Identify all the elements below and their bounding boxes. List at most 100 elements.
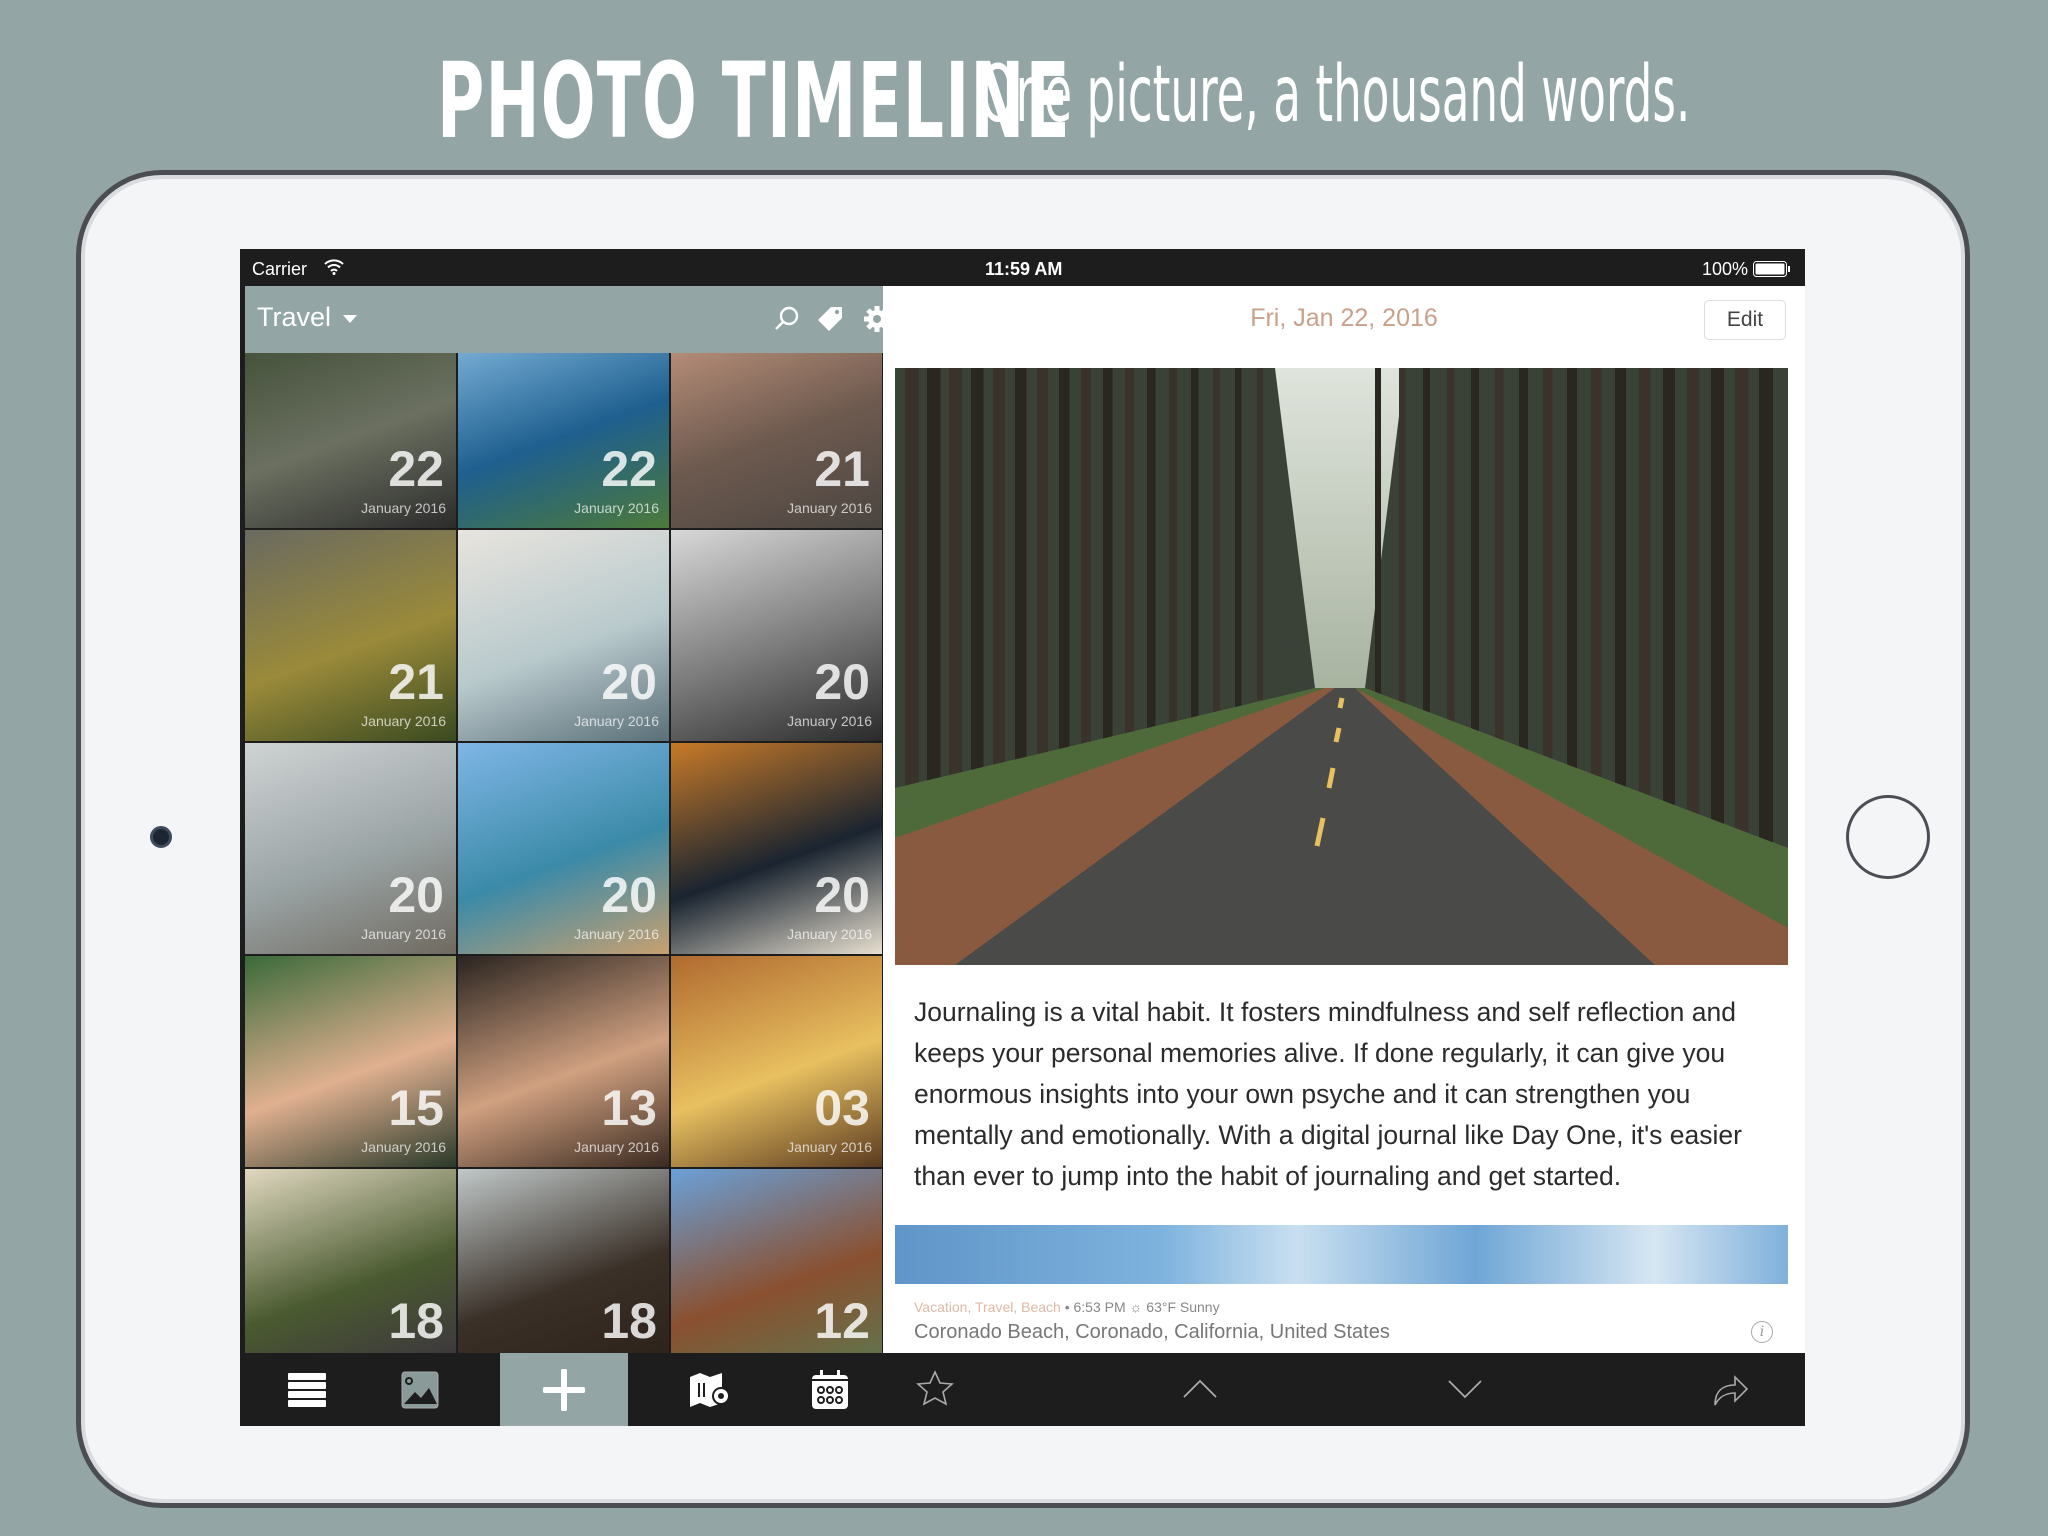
edit-button[interactable]: Edit bbox=[1704, 300, 1786, 340]
info-icon[interactable]: i bbox=[1751, 1321, 1773, 1343]
caret-down-icon bbox=[343, 314, 358, 323]
tile-month: January 2016 bbox=[787, 500, 872, 516]
tree-trunk bbox=[1639, 368, 1651, 797]
sun-icon: ☼ bbox=[1129, 1299, 1143, 1315]
photo-tile[interactable]: 20 January 2016 bbox=[671, 743, 882, 954]
tree-trunk bbox=[971, 368, 984, 804]
tab-add-entry[interactable] bbox=[500, 1353, 628, 1426]
photo-tile[interactable]: 20 January 2016 bbox=[458, 743, 669, 954]
tab-map[interactable] bbox=[655, 1353, 765, 1426]
tree-trunk bbox=[1663, 368, 1675, 806]
tile-day: 13 bbox=[601, 1080, 657, 1136]
photo-grid: 22 January 2016 22 January 2016 21 January 20… bbox=[245, 353, 883, 1353]
photo-tile[interactable]: 13 January 2016 bbox=[458, 956, 669, 1167]
calendar-icon bbox=[812, 1369, 848, 1409]
search-icon[interactable] bbox=[772, 304, 802, 334]
map-icon bbox=[690, 1372, 730, 1407]
entry-date: Fri, Jan 22, 2016 bbox=[1250, 304, 1438, 332]
entry-toolbar bbox=[883, 1353, 1805, 1426]
photo-tile[interactable]: 21 January 2016 bbox=[245, 530, 456, 741]
tag-icon[interactable] bbox=[815, 304, 845, 334]
app-screen: Carrier 11:59 AM 100% Travel 22 January 2… bbox=[240, 249, 1805, 1426]
tile-month: January 2016 bbox=[361, 1139, 446, 1155]
wifi-icon bbox=[324, 259, 344, 275]
journal-name: Travel bbox=[257, 302, 332, 332]
star-icon[interactable] bbox=[915, 1369, 955, 1409]
tree-trunk bbox=[1375, 368, 1381, 698]
tab-list[interactable] bbox=[252, 1353, 362, 1426]
tree-trunk bbox=[1081, 368, 1091, 764]
home-button[interactable] bbox=[1846, 795, 1930, 879]
photo-tile[interactable]: 21 January 2016 bbox=[671, 353, 882, 528]
clock: 11:59 AM bbox=[985, 259, 1063, 279]
headline-title: PHOTO TIMELINE bbox=[437, 40, 1071, 162]
photo-tile[interactable]: 18 bbox=[458, 1169, 669, 1353]
tab-calendar[interactable] bbox=[775, 1353, 885, 1426]
carrier-label: Carrier bbox=[252, 259, 308, 279]
headline: PHOTO TIMELINE One picture, a thousand w… bbox=[0, 40, 2048, 162]
entry-tags[interactable]: Vacation, Travel, Beach bbox=[914, 1299, 1061, 1315]
tree-trunk bbox=[1399, 368, 1406, 707]
chevron-down-icon[interactable] bbox=[1445, 1369, 1485, 1409]
tile-day: 20 bbox=[814, 867, 870, 923]
tab-bar bbox=[240, 1353, 883, 1426]
tree-trunk bbox=[1059, 368, 1070, 772]
tile-month: January 2016 bbox=[361, 926, 446, 942]
tile-day: 22 bbox=[388, 441, 444, 497]
list-icon bbox=[288, 1372, 326, 1407]
photo-tile[interactable]: 12 bbox=[671, 1169, 882, 1353]
tree-trunk bbox=[1471, 368, 1479, 734]
tree-trunk bbox=[949, 368, 962, 812]
battery-percent: 100% bbox=[1702, 259, 1749, 279]
tree-trunk bbox=[1103, 368, 1113, 756]
tile-month: January 2016 bbox=[574, 713, 659, 729]
tile-month: January 2016 bbox=[787, 713, 872, 729]
photo-tile[interactable]: 18 bbox=[245, 1169, 456, 1353]
entry-location[interactable]: Coronado Beach, Coronado, California, Un… bbox=[914, 1321, 1390, 1344]
tree-trunk bbox=[1519, 368, 1528, 752]
tile-month: January 2016 bbox=[361, 713, 446, 729]
photo-tile[interactable]: 20 January 2016 bbox=[671, 530, 882, 741]
entry-photo[interactable] bbox=[895, 368, 1788, 965]
tree-trunk bbox=[1147, 368, 1156, 740]
tile-month: January 2016 bbox=[361, 500, 446, 516]
tree-trunk bbox=[1235, 368, 1242, 708]
tree-trunk bbox=[1735, 368, 1749, 833]
entry-weather: 63°F Sunny bbox=[1146, 1299, 1220, 1315]
tree-trunk bbox=[1447, 368, 1455, 725]
tile-day: 15 bbox=[388, 1080, 444, 1136]
photo-tile[interactable]: 22 January 2016 bbox=[458, 353, 669, 528]
tab-photos[interactable] bbox=[365, 1353, 475, 1426]
chevron-up-icon[interactable] bbox=[1180, 1369, 1220, 1409]
photo-tile[interactable]: 20 January 2016 bbox=[458, 530, 669, 741]
tile-day: 18 bbox=[388, 1293, 444, 1349]
timeline-panel: Travel 22 January 2016 22 January 2016 21 Jan… bbox=[240, 286, 890, 1426]
tile-day: 20 bbox=[814, 654, 870, 710]
tree-trunk bbox=[1191, 368, 1199, 724]
add-icon bbox=[543, 1368, 585, 1411]
status-bar: Carrier 11:59 AM 100% bbox=[240, 249, 1805, 286]
tree-trunk bbox=[1037, 368, 1048, 780]
tree-trunk bbox=[1495, 368, 1504, 743]
camera-icon bbox=[150, 826, 172, 848]
entry-second-photo[interactable] bbox=[895, 1225, 1788, 1284]
entry-body-text[interactable]: Journaling is a vital habit. It fosters … bbox=[914, 992, 1784, 1197]
tile-day: 20 bbox=[601, 654, 657, 710]
photo-tile[interactable]: 22 January 2016 bbox=[245, 353, 456, 528]
photo-tile[interactable]: 03 January 2016 bbox=[671, 956, 882, 1167]
photos-icon bbox=[401, 1371, 439, 1408]
tile-day: 21 bbox=[388, 654, 444, 710]
tree-trunk bbox=[1015, 368, 1027, 788]
tree-trunk bbox=[905, 368, 919, 828]
tile-day: 20 bbox=[601, 867, 657, 923]
photo-tile[interactable]: 15 January 2016 bbox=[245, 956, 456, 1167]
tree-trunk bbox=[1759, 368, 1773, 842]
tree-trunk bbox=[1615, 368, 1626, 788]
journal-selector[interactable]: Travel bbox=[257, 302, 358, 333]
forest-road-image bbox=[895, 368, 1788, 965]
photo-tile[interactable]: 20 January 2016 bbox=[245, 743, 456, 954]
share-icon[interactable] bbox=[1709, 1369, 1749, 1409]
tile-month: January 2016 bbox=[574, 500, 659, 516]
tree-trunk bbox=[993, 368, 1005, 796]
tree-trunk bbox=[1257, 368, 1263, 700]
